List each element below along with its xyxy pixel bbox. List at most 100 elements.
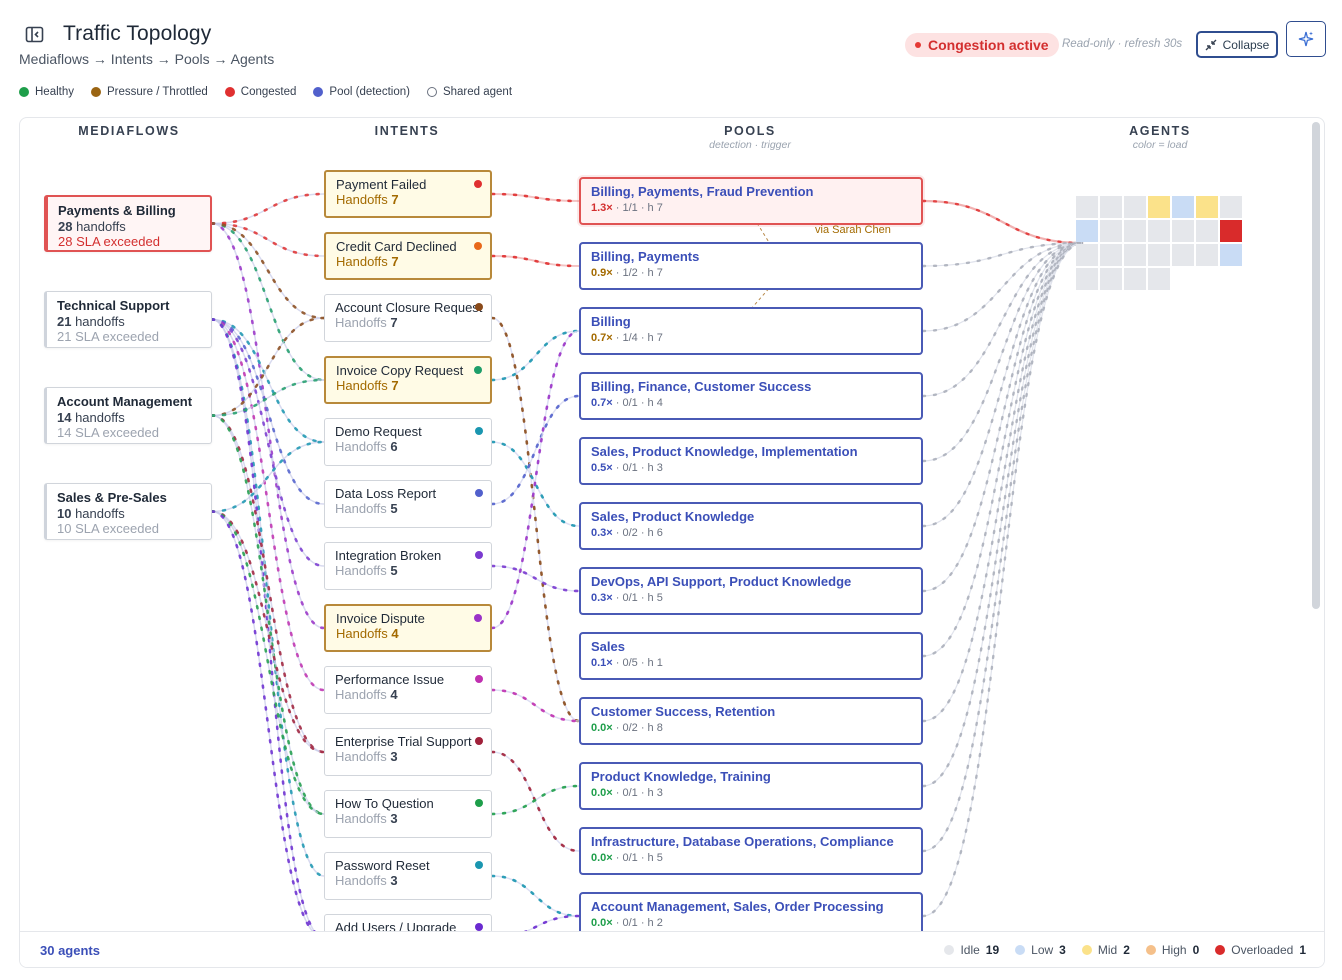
legend-item: Pool (detection) bbox=[313, 86, 410, 98]
sidebar-toggle-icon[interactable] bbox=[24, 24, 46, 46]
collapse-button[interactable]: Collapse bbox=[1196, 31, 1278, 58]
intent-node[interactable]: Performance Issue Handoffs 4 bbox=[324, 666, 492, 714]
intent-handoffs: Handoffs 6 bbox=[335, 439, 481, 454]
pool-capacity: · 1/4 · h 7 bbox=[612, 332, 663, 344]
handoff-label: Handoffs bbox=[336, 378, 388, 393]
pool-node[interactable]: Sales, Product Knowledge, Implementation… bbox=[579, 437, 923, 485]
pool-load-ratio: 0.3× bbox=[591, 527, 613, 539]
load-count: 0 bbox=[1192, 943, 1200, 957]
load-swatch bbox=[944, 945, 955, 955]
intent-node[interactable]: Enterprise Trial Support Handoffs 3 bbox=[324, 728, 492, 776]
collapse-label: Collapse bbox=[1222, 37, 1270, 52]
intent-name: Data Loss Report bbox=[335, 486, 437, 501]
intent-node[interactable]: Credit Card Declined Handoffs 7 bbox=[324, 232, 492, 280]
pool-meta: 0.9× · 1/2 · h 7 bbox=[591, 265, 911, 281]
vertical-scrollbar[interactable] bbox=[1312, 122, 1320, 609]
shared-agent-via-label: via Sarah Chen bbox=[815, 224, 891, 236]
intent-node[interactable]: Data Loss Report Handoffs 5 bbox=[324, 480, 492, 528]
intent-name: Enterprise Trial Support bbox=[335, 734, 472, 749]
pool-node[interactable]: Billing, Payments, Fraud Prevention 1.3× … bbox=[579, 177, 923, 225]
intent-node[interactable]: Account Closure Request Handoffs 7 bbox=[324, 294, 492, 342]
intent-node[interactable]: How To Question Handoffs 3 bbox=[324, 790, 492, 838]
load-count: 1 bbox=[1299, 943, 1306, 957]
topology-canvas[interactable]: MEDIAFLOWS INTENTS POOLS detection · tri… bbox=[19, 117, 1325, 968]
agent-cell[interactable] bbox=[1100, 244, 1122, 266]
agent-cell[interactable] bbox=[1076, 196, 1098, 218]
legend-label: Pressure / Throttled bbox=[107, 86, 208, 98]
pool-node[interactable]: Billing 0.7× · 1/4 · h 7 bbox=[579, 307, 923, 355]
load-legend-item: High 0 bbox=[1145, 943, 1200, 957]
agent-cell[interactable] bbox=[1076, 244, 1098, 266]
pool-load-ratio: 0.7× bbox=[591, 332, 613, 344]
mediaflow-sla: 14 SLA exceeded bbox=[57, 425, 159, 440]
agent-cell[interactable] bbox=[1172, 196, 1194, 218]
agent-cell[interactable] bbox=[1196, 220, 1218, 242]
load-count: 2 bbox=[1123, 943, 1130, 957]
pool-node[interactable]: Infrastructure, Database Operations, Com… bbox=[579, 827, 923, 875]
agent-cell[interactable] bbox=[1220, 244, 1242, 266]
agent-cell[interactable] bbox=[1148, 196, 1170, 218]
agent-cell[interactable] bbox=[1124, 196, 1146, 218]
load-legend-item: Idle 19 bbox=[944, 943, 999, 957]
pool-capacity: · 0/2 · h 6 bbox=[612, 527, 663, 539]
pool-meta: 0.1× · 0/5 · h 1 bbox=[591, 655, 911, 671]
agent-cell[interactable] bbox=[1100, 220, 1122, 242]
pool-node[interactable]: Product Knowledge, Training 0.0× · 0/1 · … bbox=[579, 762, 923, 810]
intent-name: Integration Broken bbox=[335, 548, 442, 563]
pool-node[interactable]: Sales 0.1× · 0/5 · h 1 bbox=[579, 632, 923, 680]
pool-capacity: · 0/1 · h 5 bbox=[612, 592, 663, 604]
agent-cell[interactable] bbox=[1100, 196, 1122, 218]
intent-node[interactable]: Demo Request Handoffs 6 bbox=[324, 418, 492, 466]
intent-name: Password Reset bbox=[335, 858, 430, 873]
legend-label: Shared agent bbox=[442, 86, 513, 98]
ai-assistant-button[interactable] bbox=[1286, 21, 1326, 57]
agent-cell[interactable] bbox=[1100, 268, 1122, 290]
agent-cell[interactable] bbox=[1148, 268, 1170, 290]
handoff-label: handoffs bbox=[72, 219, 126, 234]
column-header-agents: AGENTS bbox=[1129, 124, 1191, 138]
agent-cell[interactable] bbox=[1076, 220, 1098, 242]
intent-pool-edge bbox=[491, 875, 580, 917]
flow-particles bbox=[490, 254, 581, 268]
intent-node[interactable]: Invoice Dispute Handoffs 4 bbox=[324, 604, 492, 652]
mediaflow-intent-edge bbox=[211, 193, 325, 225]
agent-cell[interactable] bbox=[1196, 196, 1218, 218]
agent-cell[interactable] bbox=[1220, 196, 1242, 218]
handoff-count: 21 bbox=[57, 314, 72, 329]
pool-node[interactable]: Billing, Finance, Customer Success 0.7× ·… bbox=[579, 372, 923, 420]
mediaflow-intent-edge bbox=[211, 318, 325, 567]
agent-cell[interactable] bbox=[1172, 220, 1194, 242]
pool-load-ratio: 1.3× bbox=[591, 202, 613, 214]
handoff-count: 6 bbox=[390, 439, 398, 454]
pool-node[interactable]: Sales, Product Knowledge 0.3× · 0/2 · h 6 bbox=[579, 502, 923, 550]
flow-particles bbox=[210, 222, 326, 382]
agent-cell[interactable] bbox=[1124, 220, 1146, 242]
intent-pool-edge bbox=[491, 395, 580, 505]
status-legend: Healthy Pressure / Throttled Congested Pool… bbox=[19, 86, 512, 98]
pool-load-ratio: 0.7× bbox=[591, 397, 613, 409]
pool-node[interactable]: Customer Success, Retention 0.0× · 0/2 · … bbox=[579, 697, 923, 745]
intent-node[interactable]: Payment Failed Handoffs 7 bbox=[324, 170, 492, 218]
agent-cell[interactable] bbox=[1148, 220, 1170, 242]
mediaflow-node[interactable]: Technical Support 21 handoffs 21 SLA excee… bbox=[44, 291, 212, 348]
handoff-count: 28 bbox=[58, 219, 73, 234]
intent-node[interactable]: Invoice Copy Request Handoffs 7 bbox=[324, 356, 492, 404]
pool-name: Sales, Product Knowledge, Implementation bbox=[591, 444, 858, 459]
agent-cell[interactable] bbox=[1172, 244, 1194, 266]
mediaflow-node[interactable]: Sales & Pre-Sales 10 handoffs 10 SLA excee… bbox=[44, 483, 212, 540]
mediaflow-node[interactable]: Payments & Billing 28 handoffs 28 SLA exce… bbox=[44, 195, 212, 252]
agent-cell[interactable] bbox=[1124, 268, 1146, 290]
flow-particles bbox=[921, 241, 1084, 463]
intent-node[interactable]: Password Reset Handoffs 3 bbox=[324, 852, 492, 900]
agent-cell[interactable] bbox=[1196, 244, 1218, 266]
agent-cell[interactable] bbox=[1076, 268, 1098, 290]
intent-handoffs: Handoffs 4 bbox=[336, 626, 480, 641]
pool-node[interactable]: DevOps, API Support, Product Knowledge 0.… bbox=[579, 567, 923, 615]
agent-cell[interactable] bbox=[1220, 220, 1242, 242]
intent-node[interactable]: Integration Broken Handoffs 5 bbox=[324, 542, 492, 590]
pool-node[interactable]: Billing, Payments 0.9× · 1/2 · h 7 bbox=[579, 242, 923, 290]
mediaflow-node[interactable]: Account Management 14 handoffs 14 SLA exce… bbox=[44, 387, 212, 444]
agent-cell[interactable] bbox=[1124, 244, 1146, 266]
legend-swatch bbox=[19, 87, 29, 97]
agent-cell[interactable] bbox=[1148, 244, 1170, 266]
